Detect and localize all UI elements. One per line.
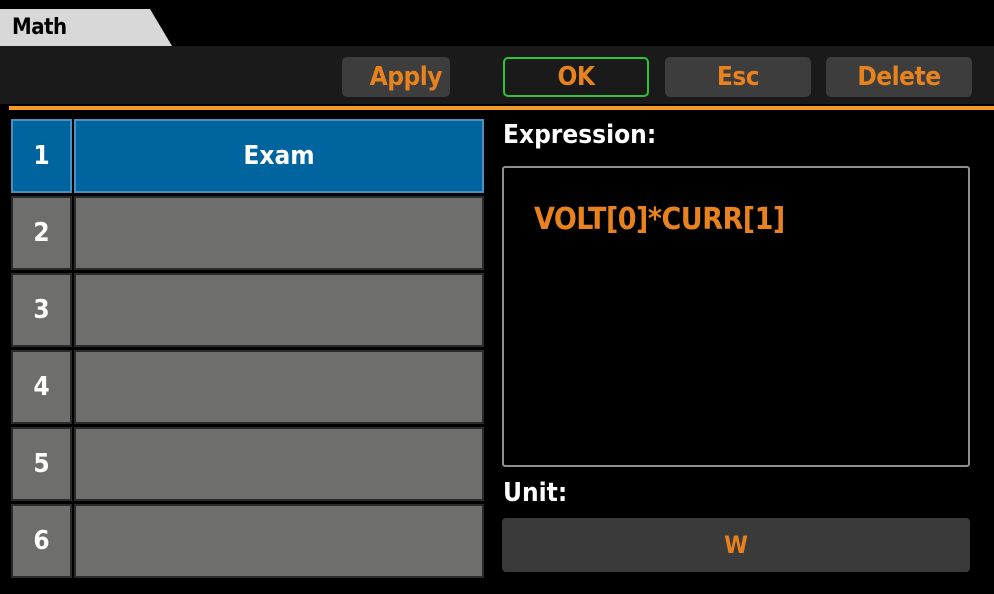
row-number: 4: [11, 350, 72, 424]
apply-button[interactable]: Apply: [342, 57, 450, 97]
expression-field[interactable]: VOLT[0]*CURR[1]: [502, 166, 970, 467]
row-name[interactable]: [74, 427, 484, 501]
tab-math[interactable]: Math: [0, 9, 175, 46]
toolbar-divider: [9, 106, 994, 110]
ok-button[interactable]: OK: [503, 57, 649, 97]
unit-label: Unit:: [503, 478, 568, 508]
esc-button[interactable]: Esc: [665, 57, 811, 97]
list-item[interactable]: 2: [11, 196, 485, 272]
row-name[interactable]: [74, 196, 484, 270]
row-name[interactable]: [74, 273, 484, 347]
row-number: 1: [11, 119, 72, 193]
row-number: 6: [11, 504, 72, 578]
row-number: 3: [11, 273, 72, 347]
list-item[interactable]: 1 Exam: [11, 119, 485, 195]
row-number: 5: [11, 427, 72, 501]
expression-label: Expression:: [503, 120, 657, 150]
row-name[interactable]: [74, 350, 484, 424]
list-item[interactable]: 3: [11, 273, 485, 349]
tab-math-label: Math: [12, 15, 67, 40]
list-item[interactable]: 4: [11, 350, 485, 426]
list-item[interactable]: 6: [11, 504, 485, 580]
row-number: 2: [11, 196, 72, 270]
expression-value: VOLT[0]*CURR[1]: [534, 202, 785, 237]
row-name[interactable]: Exam: [74, 119, 484, 193]
toolbar: Apply OK Esc Delete: [0, 46, 994, 104]
list-item[interactable]: 5: [11, 427, 485, 503]
unit-field[interactable]: W: [502, 518, 970, 572]
row-name[interactable]: [74, 504, 484, 578]
tab-strip: Math: [0, 0, 994, 46]
delete-button[interactable]: Delete: [826, 57, 972, 97]
